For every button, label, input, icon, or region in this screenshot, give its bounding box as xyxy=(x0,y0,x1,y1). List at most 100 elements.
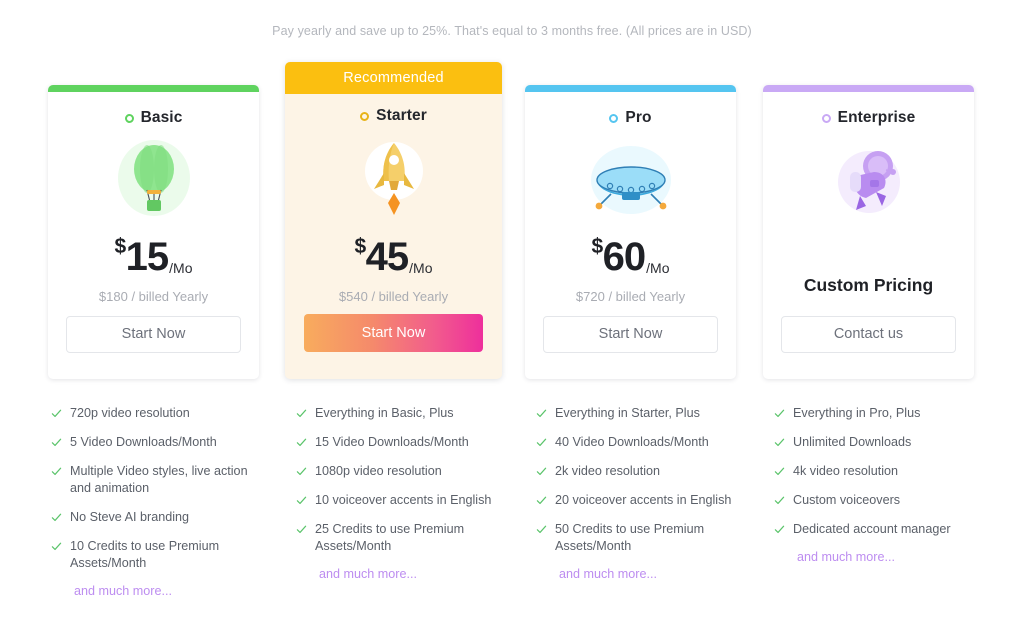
plan-name: Basic xyxy=(140,109,183,126)
billed-yearly-text: $720 / billed Yearly xyxy=(575,289,686,304)
feature-item: 10 Credits to use Premium Assets/Month xyxy=(50,538,265,572)
feature-text: Dedicated account manager xyxy=(793,522,951,536)
feature-item: 2k video resolution xyxy=(535,463,750,480)
and-much-more-link[interactable]: and much more... xyxy=(535,567,750,581)
billed-yearly-text: $540 / billed Yearly xyxy=(338,289,449,304)
plan-title-row: Pro xyxy=(525,109,736,127)
check-icon xyxy=(774,467,785,476)
feature-column-enterprise: Everything in Pro, Plus Unlimited Downlo… xyxy=(773,405,988,564)
price-row: $15/Mo xyxy=(48,235,259,280)
check-icon xyxy=(51,467,62,476)
pricing-card-basic[interactable]: Basic $15/Mo $180 / billed Yearly Start … xyxy=(48,85,259,379)
and-much-more-link[interactable]: and much more... xyxy=(50,584,265,598)
price-currency: $ xyxy=(114,235,126,258)
ufo-icon xyxy=(590,146,671,214)
plan-name: Enterprise xyxy=(837,109,916,126)
feature-text: 5 Video Downloads/Month xyxy=(70,435,217,449)
check-icon xyxy=(296,525,307,534)
check-icon xyxy=(774,438,785,447)
check-icon xyxy=(774,409,785,418)
feature-text: Multiple Video styles, live action and a… xyxy=(70,464,248,495)
pricing-card-pro[interactable]: Pro $60/Mo $720 / billed Yearly Start No… xyxy=(525,85,736,379)
start-now-button[interactable]: Start Now xyxy=(66,316,241,353)
billing-note: Pay yearly and save up to 25%. That's eq… xyxy=(272,24,752,38)
check-icon xyxy=(536,496,547,505)
feature-text: Everything in Pro, Plus xyxy=(793,406,921,420)
feature-item: 1080p video resolution xyxy=(295,463,510,480)
price-period: /Mo xyxy=(169,260,193,276)
cta-container: Contact us xyxy=(781,316,956,353)
feature-item: 15 Video Downloads/Month xyxy=(295,434,510,451)
feature-text: 40 Video Downloads/Month xyxy=(555,435,709,449)
feature-column-basic: 720p video resolution 5 Video Downloads/… xyxy=(50,405,265,598)
feature-text: 20 voiceover accents in English xyxy=(555,493,732,507)
feature-item: Everything in Pro, Plus xyxy=(773,405,988,422)
rocket-illustration xyxy=(285,135,502,221)
feature-item: Everything in Basic, Plus xyxy=(295,405,510,422)
plan-bullet-icon xyxy=(360,111,370,121)
price-amount: 15 xyxy=(125,235,169,279)
feature-lists: 720p video resolution 5 Video Downloads/… xyxy=(48,405,1008,620)
balloon-icon xyxy=(117,140,190,216)
feature-item: Unlimited Downloads xyxy=(773,434,988,451)
contact-us-button[interactable]: Contact us xyxy=(781,316,956,353)
pricing-card-starter[interactable]: Recommended Starter $45/Mo $540 / billed… xyxy=(285,62,502,379)
astronaut-icon xyxy=(837,151,900,213)
cta-container: Start Now xyxy=(66,316,241,353)
feature-item: 40 Video Downloads/Month xyxy=(535,434,750,451)
cta-container: Start Now xyxy=(304,314,483,352)
feature-text: 1080p video resolution xyxy=(315,464,442,478)
plan-bullet-icon xyxy=(124,113,134,123)
feature-text: 50 Credits to use Premium Assets/Month xyxy=(555,522,705,553)
check-icon xyxy=(774,496,785,505)
check-icon xyxy=(536,525,547,534)
card-accent-bar xyxy=(763,85,974,92)
start-now-button[interactable]: Start Now xyxy=(543,316,718,353)
feature-item: 20 voiceover accents in English xyxy=(535,492,750,509)
feature-column-starter: Everything in Basic, Plus 15 Video Downl… xyxy=(295,405,510,581)
feature-text: Everything in Starter, Plus xyxy=(555,406,700,420)
check-icon xyxy=(51,542,62,551)
plan-title-row: Basic xyxy=(48,109,259,127)
feature-text: Everything in Basic, Plus xyxy=(315,406,454,420)
rocket-icon xyxy=(364,142,423,215)
check-icon xyxy=(51,438,62,447)
feature-item: 5 Video Downloads/Month xyxy=(50,434,265,451)
feature-item: 25 Credits to use Premium Assets/Month xyxy=(295,521,510,555)
feature-text: 4k video resolution xyxy=(793,464,899,478)
feature-text: 25 Credits to use Premium Assets/Month xyxy=(315,522,465,553)
pricing-cards: Basic $15/Mo $180 / billed Yearly Start … xyxy=(48,62,979,382)
check-icon xyxy=(536,438,547,447)
plan-name: Starter xyxy=(376,107,427,124)
and-much-more-link[interactable]: and much more... xyxy=(773,550,988,564)
plan-bullet-icon xyxy=(821,113,831,123)
feature-text: Custom voiceovers xyxy=(793,493,901,507)
price-amount: 60 xyxy=(602,235,646,279)
price-currency: $ xyxy=(354,235,366,258)
plan-title-row: Starter xyxy=(285,107,502,125)
cta-container: Start Now xyxy=(543,316,718,353)
custom-pricing-label: Custom Pricing xyxy=(803,275,934,295)
check-icon xyxy=(296,467,307,476)
plan-bullet-icon xyxy=(609,113,619,123)
feature-item: 10 voiceover accents in English xyxy=(295,492,510,509)
feature-item: Dedicated account manager xyxy=(773,521,988,538)
balloon-illustration xyxy=(48,137,259,223)
pricing-card-enterprise[interactable]: Enterprise Custom Pricing Contact us xyxy=(763,85,974,379)
check-icon xyxy=(536,467,547,476)
feature-item: 50 Credits to use Premium Assets/Month xyxy=(535,521,750,555)
price-currency: $ xyxy=(591,235,603,258)
check-icon xyxy=(296,438,307,447)
billed-yearly-text: $180 / billed Yearly xyxy=(98,289,209,304)
ufo-illustration xyxy=(525,137,736,223)
feature-text: 720p video resolution xyxy=(70,406,190,420)
price-period: /Mo xyxy=(409,260,433,276)
start-now-button[interactable]: Start Now xyxy=(304,314,483,352)
feature-item: Custom voiceovers xyxy=(773,492,988,509)
card-accent-bar xyxy=(525,85,736,92)
and-much-more-link[interactable]: and much more... xyxy=(295,567,510,581)
feature-text: 15 Video Downloads/Month xyxy=(315,435,469,449)
price-row: $45/Mo xyxy=(285,235,502,280)
feature-text: 10 voiceover accents in English xyxy=(315,493,492,507)
plan-name: Pro xyxy=(625,109,652,126)
